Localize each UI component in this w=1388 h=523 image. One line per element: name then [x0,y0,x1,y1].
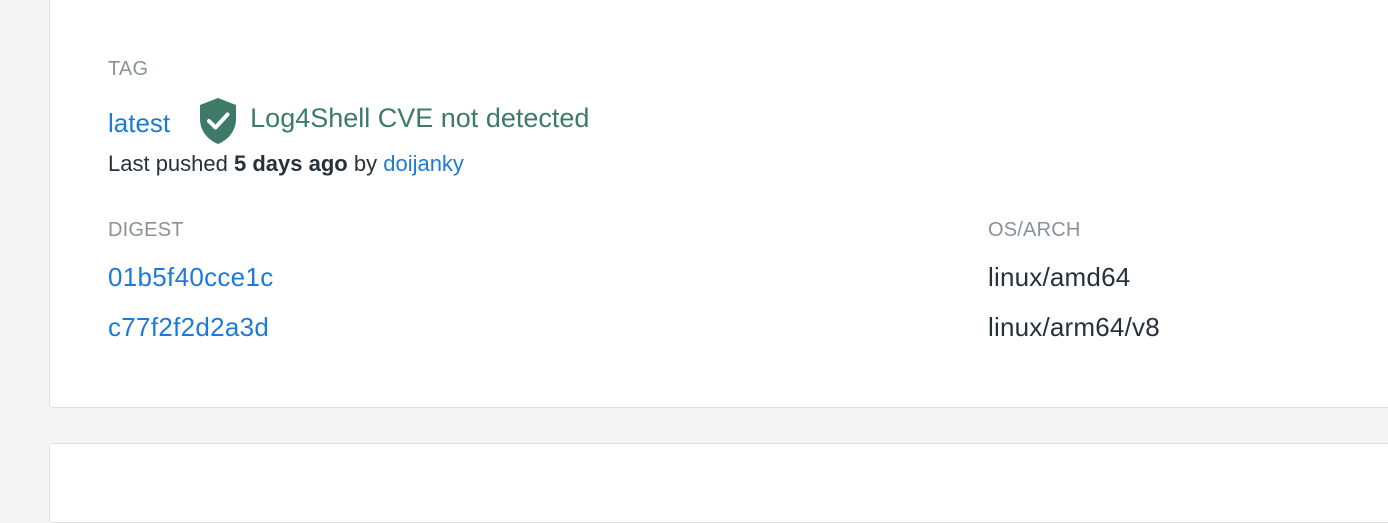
digest-link[interactable]: 01b5f40cce1c [108,262,274,293]
last-pushed-info: Last pushed 5 days ago by doijanky [108,151,464,177]
os-arch-header: OS/ARCH [988,219,1081,241]
os-arch-value: linux/amd64 [988,262,1131,292]
digest-header: DIGEST [108,219,184,241]
tag-link-latest[interactable]: latest [108,108,170,139]
os-arch-value: linux/arm64/v8 [988,312,1160,342]
last-pushed-by: by [353,151,378,176]
tag-label: TAG [108,58,149,80]
tag-row: latest Log4Shell CVE not detected [108,97,589,145]
digest-link[interactable]: c77f2f2d2a3d [108,312,269,343]
next-tag-card [49,443,1388,523]
last-pushed-prefix: Last pushed [108,151,228,176]
tag-card: TAG latest Log4Shell CVE not detected La… [49,0,1388,408]
shield-check-icon [198,97,238,145]
last-pushed-time: 5 days ago [234,151,348,176]
pusher-link[interactable]: doijanky [383,151,464,176]
cve-scan-status: Log4Shell CVE not detected [250,102,590,133]
